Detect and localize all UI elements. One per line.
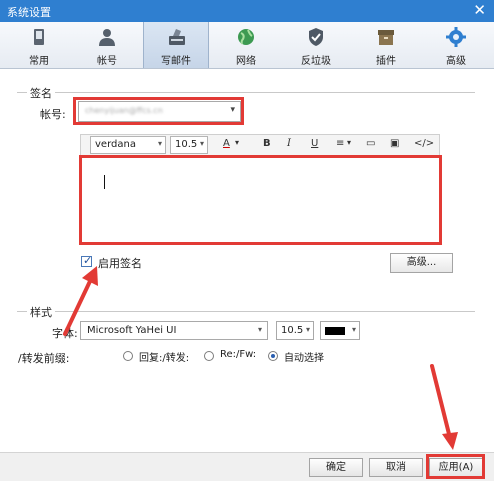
signature-section-title: 签名 — [27, 85, 55, 101]
signature-editor-toolbar: verdana ▾ 10.5 ▾ A ▾ B I U ≡ ▾ ▭ ▣ </> — [80, 134, 440, 156]
arrow-to-apply — [430, 364, 458, 450]
account-label: 帐号: — [40, 108, 66, 121]
enable-signature-checkbox[interactable] — [81, 254, 92, 267]
color-swatch — [325, 327, 345, 335]
ok-button[interactable]: 确定 — [309, 458, 363, 477]
prefix-label: /转发前缀: — [18, 352, 70, 365]
italic-button[interactable]: I — [287, 138, 291, 149]
tab-account[interactable]: 帐号 — [74, 22, 140, 68]
bold-button[interactable]: B — [263, 138, 271, 149]
prefix-option-label[interactable]: Re:/Fw: — [220, 349, 256, 360]
prefix-option-label[interactable]: 回复:/转发: — [139, 349, 189, 364]
general-icon — [34, 29, 44, 45]
prefix-radio-reply-forward[interactable] — [123, 351, 133, 361]
account-icon — [99, 29, 115, 46]
style-section-title: 样式 — [27, 304, 55, 320]
font-family-select[interactable]: Microsoft YaHei UI ▾ — [80, 321, 268, 340]
plugin-icon — [378, 30, 394, 45]
chevron-down-icon[interactable]: ▾ — [347, 138, 351, 147]
chevron-down-icon: ▾ — [257, 325, 262, 334]
enable-signature-label[interactable]: 启用签名 — [98, 255, 142, 271]
editor-font-select[interactable]: verdana ▾ — [90, 136, 166, 154]
text-color-button[interactable]: A — [223, 138, 230, 149]
signature-group-border — [17, 92, 475, 93]
align-button[interactable]: ≡ — [336, 138, 344, 149]
font-color-select[interactable]: ▾ — [320, 321, 360, 340]
account-highlight-box — [73, 97, 244, 125]
cancel-button[interactable]: 取消 — [369, 458, 423, 477]
category-toolbar: 常用 帐号 写邮件 网络 反垃圾 插件 高级 — [0, 22, 494, 69]
prefix-radio-auto[interactable] — [268, 351, 278, 361]
chevron-down-icon: ▾ — [199, 139, 204, 148]
style-group-border — [17, 311, 475, 312]
antispam-icon — [309, 28, 323, 46]
tab-general[interactable]: 常用 — [6, 22, 72, 68]
close-icon[interactable]: ✕ — [473, 2, 486, 19]
chevron-down-icon: ▾ — [351, 325, 356, 334]
tab-plugin[interactable]: 插件 — [353, 22, 419, 68]
advanced-icon — [446, 27, 466, 47]
tab-compose[interactable]: 写邮件 — [143, 22, 209, 68]
window-title: 系统设置 — [7, 6, 51, 19]
title-bar: 系统设置 ✕ — [0, 0, 494, 22]
tab-antispam[interactable]: 反垃圾 — [283, 22, 349, 68]
underline-button[interactable]: U — [311, 138, 318, 149]
html-source-button[interactable]: </> — [414, 138, 434, 149]
compose-icon — [169, 29, 185, 45]
tab-network[interactable]: 网络 — [213, 22, 279, 68]
chevron-down-icon: ▾ — [157, 139, 162, 148]
editor-highlight-box — [79, 155, 442, 245]
font-size-select[interactable]: 10.5 ▾ — [276, 321, 314, 340]
divider-button[interactable]: ▭ — [366, 138, 375, 149]
chevron-down-icon[interactable]: ▾ — [235, 138, 239, 147]
signature-advanced-button[interactable]: 高级... — [390, 253, 453, 273]
network-icon — [238, 29, 254, 45]
insert-image-button[interactable]: ▣ — [390, 138, 399, 149]
chevron-down-icon: ▾ — [305, 325, 310, 334]
editor-size-select[interactable]: 10.5 ▾ — [170, 136, 208, 154]
prefix-radio-re-fw[interactable] — [204, 351, 214, 361]
tab-advanced[interactable]: 高级 — [423, 22, 489, 68]
font-label: 字体: — [52, 327, 78, 340]
prefix-option-label[interactable]: 自动选择 — [284, 349, 324, 364]
apply-highlight-box — [426, 454, 485, 479]
